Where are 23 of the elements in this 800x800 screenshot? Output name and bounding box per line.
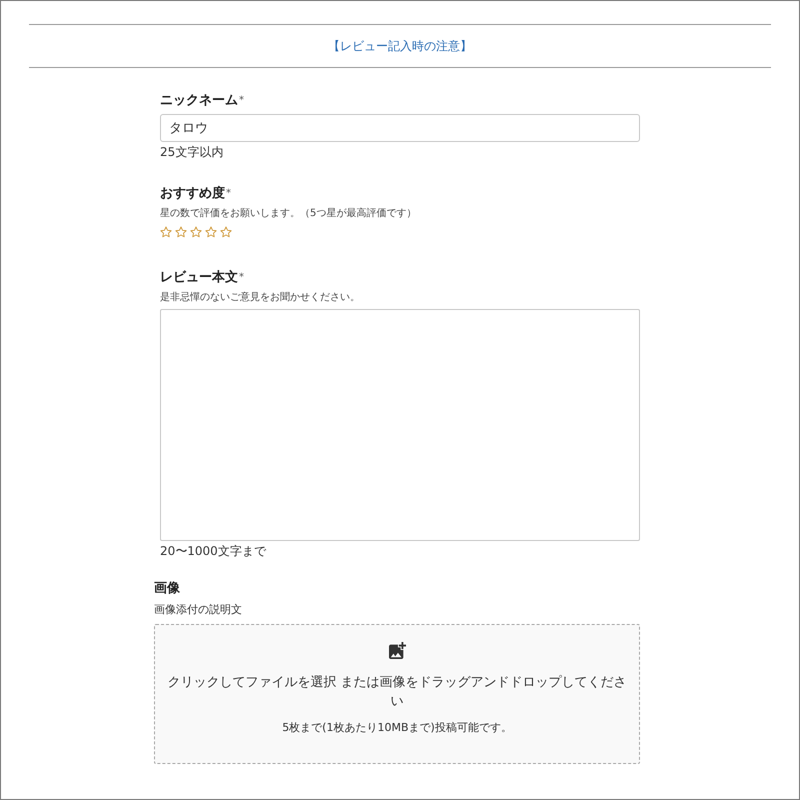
- field-label: レビュー本文: [160, 269, 238, 287]
- star-icon[interactable]: [205, 226, 217, 238]
- field-label: 画像: [154, 580, 180, 598]
- upload-dropzone[interactable]: クリックしてファイルを選択 または画像をドラッグアンドドロップしてください 5枚まで(1枚あたり10MBまで)投稿可能です。: [154, 624, 640, 764]
- field-description: 星の数で評価をお願いします。（5つ星が最高評価です）: [160, 207, 418, 221]
- add-image-icon: [388, 642, 406, 659]
- field-label: ニックネーム: [160, 92, 238, 110]
- nickname-input[interactable]: タロウ: [160, 114, 640, 142]
- star-icon[interactable]: [175, 226, 187, 238]
- field-label: おすすめ度: [160, 185, 225, 203]
- review-notice-link[interactable]: 【レビュー記入時の注意】: [328, 38, 472, 54]
- star-icon[interactable]: [160, 226, 172, 238]
- required-mark: *: [226, 187, 231, 201]
- required-mark: *: [239, 271, 244, 285]
- dropzone-text: クリックしてファイルを選択 または画像をドラッグアンドドロップしてください: [167, 674, 627, 711]
- star-icon[interactable]: [190, 226, 202, 238]
- required-mark: *: [239, 94, 244, 108]
- field-description: 是非忌憚のないご意見をお聞かせください。: [160, 291, 361, 305]
- field-description: 画像添付の説明文: [154, 602, 243, 618]
- dropzone-note: 5枚まで(1枚あたり10MBまで)投稿可能です。: [282, 720, 512, 736]
- field-hint: 25文字以内: [160, 144, 224, 160]
- field-hint: 20〜1000文字まで: [160, 543, 268, 559]
- star-icon[interactable]: [220, 226, 232, 238]
